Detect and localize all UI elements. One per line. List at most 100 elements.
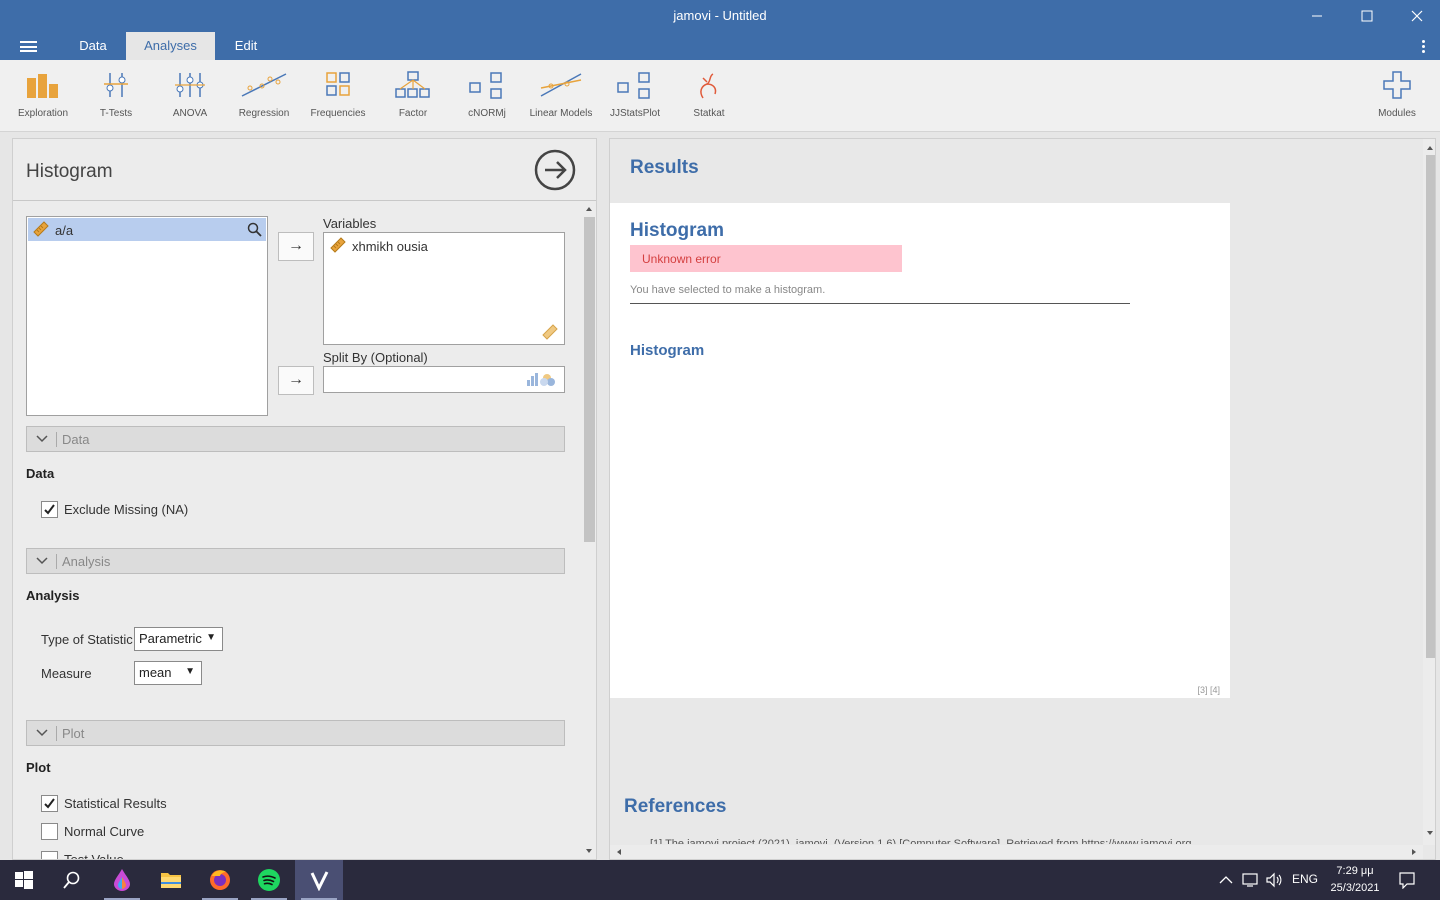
- divider: [13, 200, 596, 201]
- type-of-statistic-select[interactable]: Parametric ▼: [134, 627, 223, 651]
- scroll-down-icon[interactable]: [1426, 829, 1434, 837]
- info-text: You have selected to make a histogram.: [630, 284, 826, 296]
- tab-data[interactable]: Data: [66, 32, 120, 60]
- scroll-up-icon[interactable]: [585, 205, 593, 213]
- ribbon-label: ANOVA: [172, 108, 208, 119]
- scroll-down-icon[interactable]: [585, 847, 593, 855]
- ribbon-modules-button[interactable]: Modules: [1361, 70, 1433, 119]
- move-to-variables-button[interactable]: →: [278, 232, 314, 261]
- search-icon[interactable]: [247, 222, 262, 237]
- type-of-statistic-label: Type of Statistic: [41, 632, 133, 647]
- exclude-missing-checkbox[interactable]: [41, 501, 58, 518]
- histogram-result-card[interactable]: Histogram Unknown error You have selecte…: [610, 203, 1230, 698]
- ribbon-regression-button[interactable]: Regression: [228, 70, 300, 119]
- windows-logo-icon: [15, 871, 33, 889]
- network-icon[interactable]: [1242, 872, 1260, 888]
- test-value-checkbox[interactable]: [41, 851, 58, 859]
- close-button[interactable]: [1394, 0, 1440, 32]
- maximize-icon: [1361, 10, 1373, 22]
- source-variable-list[interactable]: a/a: [26, 216, 268, 416]
- clock[interactable]: 7:29 μμ 25/3/2021: [1310, 863, 1400, 897]
- measure-label: Measure: [41, 666, 92, 681]
- taskbar: ENG 7:29 μμ 25/3/2021: [0, 860, 1440, 900]
- minimize-button[interactable]: [1294, 0, 1340, 32]
- options-panel: Histogram a/a → Variables xhmikh ousia →…: [12, 138, 597, 860]
- taskbar-spotify[interactable]: [245, 860, 293, 900]
- hamburger-menu-icon[interactable]: [20, 41, 37, 52]
- chevron-down-icon: [36, 729, 48, 737]
- checkmark-icon: [44, 798, 55, 809]
- taskbar-file-explorer[interactable]: [147, 860, 195, 900]
- scrollbar-thumb[interactable]: [1426, 155, 1435, 658]
- ribbon-factor-button[interactable]: Factor: [377, 70, 449, 119]
- firefox-icon: [210, 870, 230, 890]
- linear-models-icon: [540, 73, 582, 97]
- folder-icon: [161, 873, 181, 888]
- more-options-icon[interactable]: [1422, 40, 1426, 55]
- taskbar-firefox[interactable]: [196, 860, 244, 900]
- normal-curve-checkbox[interactable]: [41, 823, 58, 840]
- search-icon: [63, 871, 80, 889]
- ribbon-cnormj-button[interactable]: cNORMj: [451, 70, 523, 119]
- anova-icon: [175, 73, 205, 97]
- ribbon-label: JJStatsPlot: [609, 108, 661, 119]
- move-to-split-button[interactable]: →: [278, 366, 314, 395]
- reference-numbers[interactable]: [3] [4]: [1197, 685, 1220, 695]
- taskbar-jamovi[interactable]: [295, 860, 343, 900]
- statistical-results-checkbox[interactable]: [41, 795, 58, 812]
- variables-target-list[interactable]: xhmikh ousia: [323, 232, 565, 345]
- scrollbar-thumb[interactable]: [584, 217, 595, 542]
- plot-section-header[interactable]: Plot: [26, 720, 565, 746]
- data-section-header[interactable]: Data: [26, 426, 565, 452]
- measure-select[interactable]: mean ▼: [134, 661, 202, 685]
- ribbon-jjstatsplot-button[interactable]: JJStatsPlot: [599, 70, 671, 119]
- exclude-missing-label: Exclude Missing (NA): [64, 502, 189, 517]
- list-item[interactable]: xhmikh ousia: [325, 234, 563, 257]
- notifications-icon[interactable]: [1398, 871, 1416, 889]
- jjstatsplot-icon: [617, 72, 650, 99]
- ribbon-statkat-button[interactable]: Statkat: [673, 70, 745, 119]
- results-scrollbar[interactable]: [1423, 139, 1435, 845]
- ribbon-label: Regression: [238, 108, 290, 119]
- dropdown-caret-icon: ▼: [185, 666, 195, 677]
- divider: [630, 303, 1130, 304]
- scroll-left-icon[interactable]: [615, 848, 623, 856]
- ribbon-linear-models-button[interactable]: Linear Models: [525, 70, 597, 119]
- plot-group-title: Plot: [26, 760, 51, 775]
- start-button[interactable]: [0, 860, 48, 900]
- split-by-target[interactable]: [323, 366, 565, 393]
- maximize-button[interactable]: [1344, 0, 1390, 32]
- ribbon-anova-button[interactable]: ANOVA: [154, 70, 226, 119]
- variables-label: Variables: [323, 216, 377, 231]
- ribbon-label: Exploration: [17, 108, 69, 119]
- reference-entry: [1] The jamovi project (2021). jamovi. (…: [650, 838, 1195, 844]
- search-button[interactable]: [48, 860, 96, 900]
- section-title: Data: [62, 432, 90, 447]
- list-item[interactable]: a/a: [28, 218, 266, 241]
- chevron-up-icon[interactable]: [1219, 875, 1233, 885]
- error-message: Unknown error: [630, 245, 902, 272]
- volume-icon[interactable]: [1265, 872, 1283, 888]
- options-scrollbar[interactable]: [582, 205, 596, 855]
- ribbon-frequencies-button[interactable]: Frequencies: [302, 70, 374, 119]
- scroll-up-icon[interactable]: [1426, 144, 1434, 152]
- tab-analyses[interactable]: Analyses: [126, 32, 215, 60]
- title-bar: jamovi - Untitled: [0, 0, 1440, 32]
- cnormj-icon: [469, 72, 502, 99]
- result-heading: Histogram: [630, 220, 724, 241]
- taskbar-app-drop[interactable]: [98, 860, 146, 900]
- ribbon-t-tests-button[interactable]: T-Tests: [80, 70, 152, 119]
- tab-edit[interactable]: Edit: [222, 32, 270, 60]
- statistical-results-label: Statistical Results: [64, 796, 167, 811]
- ruler-hint-icon: [542, 324, 558, 340]
- chevron-down-icon: [36, 435, 48, 443]
- frequencies-icon: [326, 72, 350, 96]
- minimize-icon: [1312, 15, 1322, 17]
- ribbon-exploration-button[interactable]: Exploration: [7, 70, 79, 119]
- ribbon-label: T-Tests: [99, 108, 133, 119]
- scroll-right-icon[interactable]: [1410, 848, 1418, 856]
- results-horizontal-scrollbar[interactable]: [610, 845, 1423, 859]
- analysis-section-header[interactable]: Analysis: [26, 548, 565, 574]
- ribbon-label: Statkat: [693, 108, 725, 119]
- run-arrow-button[interactable]: [534, 149, 576, 191]
